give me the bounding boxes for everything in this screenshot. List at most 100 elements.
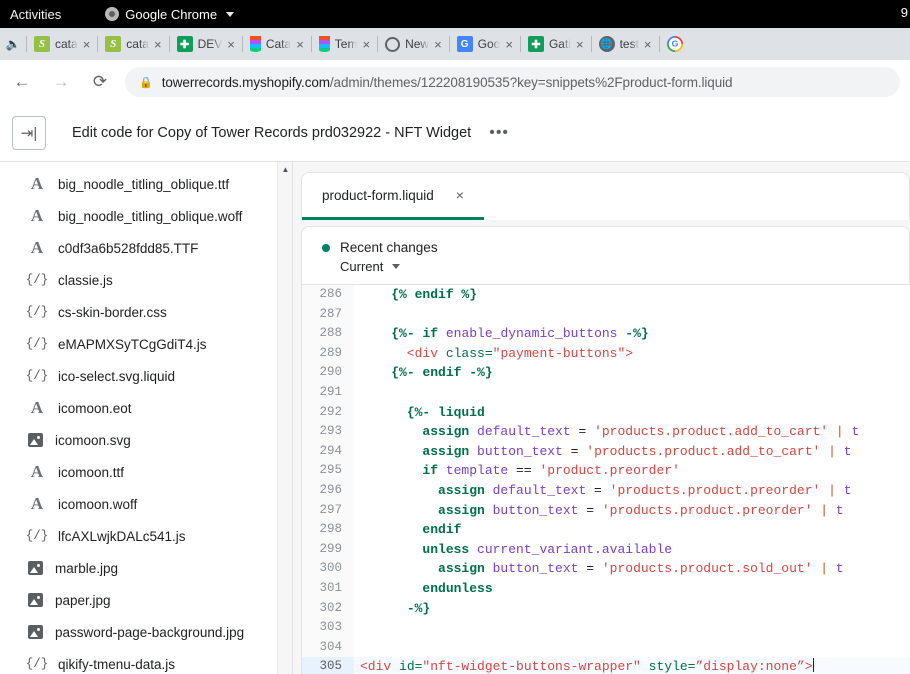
code-line[interactable]: 288 {%- if enable_dynamic_buttons -%}: [302, 324, 910, 344]
browser-tab[interactable]: test ×: [592, 28, 659, 60]
scroll-up-icon[interactable]: ▲: [278, 162, 292, 176]
browser-tab[interactable]: Goo ×: [450, 28, 520, 60]
code-token: class=: [446, 346, 493, 361]
file-list-item[interactable]: {/}cs-skin-border.css: [0, 296, 292, 328]
speaker-icon[interactable]: 🔈: [0, 28, 26, 60]
tab-title: cata: [55, 37, 78, 51]
line-source: if template == 'product.preorder': [354, 461, 910, 481]
file-list-item[interactable]: Aicomoon.ttf: [0, 456, 292, 488]
code-token: =: [571, 424, 594, 439]
browser-tab[interactable]: cata ×: [27, 28, 97, 60]
code-line[interactable]: 293 assign default_text = 'products.prod…: [302, 422, 910, 442]
file-name: icomoon.woff: [58, 497, 137, 512]
os-clock[interactable]: 9: [901, 5, 908, 20]
file-list-item[interactable]: {/}qikify-tmenu-data.js: [0, 648, 292, 674]
forward-icon[interactable]: →: [44, 65, 78, 99]
more-options-button[interactable]: •••: [489, 129, 509, 137]
close-icon[interactable]: ×: [434, 38, 442, 51]
code-file-icon: {/}: [28, 273, 46, 287]
file-list-item[interactable]: Abig_noodle_titling_oblique.woff: [0, 200, 292, 232]
code-token: |: [820, 483, 843, 498]
address-bar[interactable]: 🔒 towerrecords.myshopify.com/admin/theme…: [125, 67, 900, 97]
close-icon[interactable]: ×: [456, 187, 464, 203]
browser-tab[interactable]: Cata ×: [243, 28, 311, 60]
code-line[interactable]: 289 <div class="payment-buttons">: [302, 344, 910, 364]
code-line[interactable]: 296 assign default_text = 'products.prod…: [302, 481, 910, 501]
google-g-icon[interactable]: [660, 28, 690, 60]
browser-tab[interactable]: DEV ×: [170, 28, 242, 60]
code-line[interactable]: 303: [302, 618, 910, 638]
code-token: <div: [360, 659, 399, 674]
code-token: "nft-widget-buttons-wrapper": [422, 659, 640, 674]
file-list-sidebar[interactable]: Abig_noodle_titling_oblique.ttfAbig_nood…: [0, 162, 292, 674]
exit-icon[interactable]: ⇥|: [12, 116, 46, 150]
code-line[interactable]: 301 endunless: [302, 579, 910, 599]
file-list-item[interactable]: icomoon.svg: [0, 424, 292, 456]
close-icon[interactable]: ×: [644, 38, 652, 51]
url-path: /admin/themes/122208190535?key=snippets%…: [330, 75, 733, 90]
file-list-item[interactable]: Aicomoon.eot: [0, 392, 292, 424]
code-line[interactable]: 292 {%- liquid: [302, 403, 910, 423]
browser-tab[interactable]: cata ×: [98, 28, 168, 60]
file-list-item[interactable]: {/}eMAPMXSyTCgGdiT4.js: [0, 328, 292, 360]
close-icon[interactable]: ×: [227, 38, 235, 51]
line-number: 300: [302, 559, 354, 579]
code-line[interactable]: 300 assign button_text = 'products.produ…: [302, 559, 910, 579]
code-editor-panel: product-form.liquid × Recent changes Cur…: [293, 162, 910, 674]
active-app-menu[interactable]: Google Chrome: [105, 7, 234, 22]
caret-down-icon: [226, 12, 234, 17]
code-line[interactable]: 299 unless current_variant.available: [302, 540, 910, 560]
line-source: unless current_variant.available: [354, 540, 910, 560]
browser-tab[interactable]: Gati ×: [521, 28, 591, 60]
file-list-item[interactable]: Aicomoon.woff: [0, 488, 292, 520]
close-icon[interactable]: ×: [505, 38, 513, 51]
code-line[interactable]: 304: [302, 638, 910, 658]
code-token: >: [805, 659, 813, 674]
line-number: 295: [302, 461, 354, 481]
code-token: 'product.preorder': [539, 463, 679, 478]
code-line[interactable]: 286 {% endif %}: [302, 285, 910, 305]
close-icon[interactable]: ×: [576, 38, 584, 51]
code-token: default_text: [493, 483, 587, 498]
close-icon[interactable]: ×: [154, 38, 162, 51]
code-token: -%}: [407, 601, 430, 616]
code-line[interactable]: 287: [302, 305, 910, 325]
browser-tab[interactable]: Tem ×: [312, 28, 377, 60]
activities-button[interactable]: Activities: [10, 7, 61, 22]
font-file-icon: A: [28, 462, 46, 482]
file-name: password-page-background.jpg: [55, 625, 244, 640]
code-token: ”display:none”: [695, 659, 804, 674]
code-token: 'products.product.sold_out': [602, 561, 813, 576]
file-name: big_noodle_titling_oblique.ttf: [58, 177, 229, 192]
close-icon[interactable]: ×: [362, 38, 370, 51]
version-selector[interactable]: Current: [340, 259, 909, 274]
back-icon[interactable]: ←: [5, 65, 39, 99]
file-list-item[interactable]: paper.jpg: [0, 584, 292, 616]
code-line[interactable]: 298 endif: [302, 520, 910, 540]
reload-icon[interactable]: ⟳: [83, 65, 117, 99]
figma-icon: [319, 36, 330, 52]
file-list-item[interactable]: Abig_noodle_titling_oblique.ttf: [0, 168, 292, 200]
code-line[interactable]: 290 {%- endif -%}: [302, 363, 910, 383]
tab-product-form-liquid[interactable]: product-form.liquid ×: [302, 173, 484, 220]
file-list-item[interactable]: {/}lfcAXLwjkDALc541.js: [0, 520, 292, 552]
code-token: assign: [422, 424, 477, 439]
code-token: current_variant.available: [477, 542, 672, 557]
code-line[interactable]: 291: [302, 383, 910, 403]
code-line[interactable]: 297 assign button_text = 'products.produ…: [302, 501, 910, 521]
file-list-item[interactable]: marble.jpg: [0, 552, 292, 584]
sidebar-scrollbar[interactable]: ▲: [277, 162, 292, 674]
code-scroll-area[interactable]: 286 {% endif %}287288 {%- if enable_dyna…: [301, 284, 910, 674]
code-line[interactable]: 295 if template == 'product.preorder': [302, 461, 910, 481]
browser-tab[interactable]: New ×: [378, 28, 449, 60]
line-source: assign button_text = 'products.product.a…: [354, 442, 910, 462]
file-list-item[interactable]: {/}ico-select.svg.liquid: [0, 360, 292, 392]
close-icon[interactable]: ×: [83, 38, 91, 51]
file-list-item[interactable]: {/}classie.js: [0, 264, 292, 296]
file-list-item[interactable]: Ac0df3a6b528fdd85.TTF: [0, 232, 292, 264]
code-line[interactable]: 302 -%}: [302, 599, 910, 619]
code-line[interactable]: 294 assign button_text = 'products.produ…: [302, 442, 910, 462]
close-icon[interactable]: ×: [296, 38, 304, 51]
file-list-item[interactable]: password-page-background.jpg: [0, 616, 292, 648]
code-line[interactable]: 305<div id="nft-widget-buttons-wrapper" …: [302, 657, 910, 674]
